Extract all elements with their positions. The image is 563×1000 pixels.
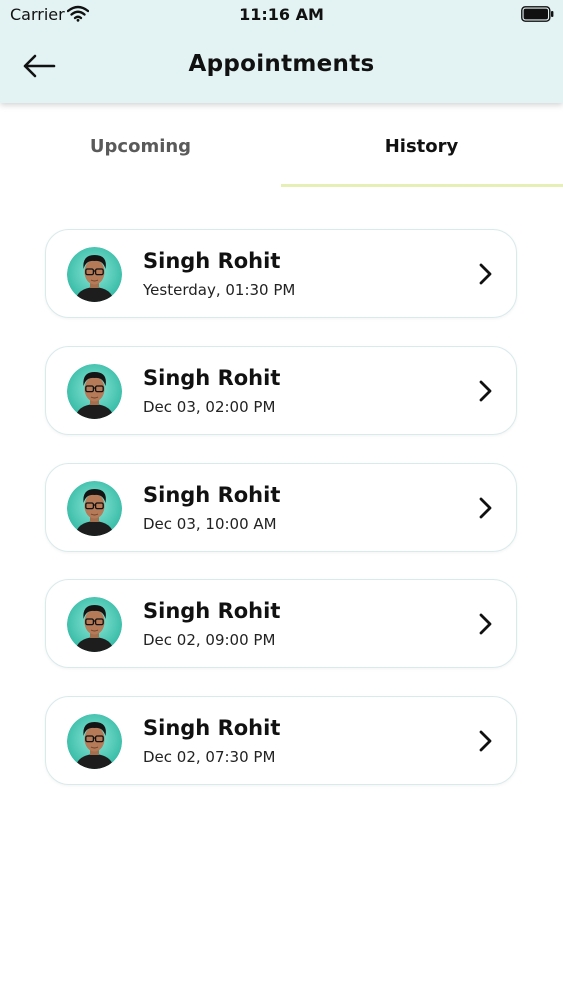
appointment-datetime: Dec 03, 10:00 AM bbox=[143, 514, 277, 533]
status-time: 11:16 AM bbox=[239, 5, 324, 24]
appointment-datetime: Dec 02, 09:00 PM bbox=[143, 631, 276, 650]
appointment-datetime: Dec 03, 02:00 PM bbox=[143, 397, 276, 416]
appointment-card[interactable]: Singh Rohit Yesterday, 01:30 PM bbox=[45, 229, 517, 318]
chevron-right-icon bbox=[479, 497, 492, 518]
appointment-card[interactable]: Singh Rohit Dec 03, 02:00 PM bbox=[45, 345, 517, 435]
chevron-right-icon bbox=[479, 730, 492, 752]
avatar bbox=[67, 363, 122, 419]
avatar bbox=[67, 247, 122, 302]
appointment-card[interactable]: Singh Rohit Dec 03, 10:00 AM bbox=[45, 462, 517, 552]
appointment-name: Singh Rohit bbox=[143, 365, 281, 390]
avatar bbox=[67, 480, 122, 536]
appointment-name: Singh Rohit bbox=[143, 482, 281, 507]
tab-history[interactable]: History bbox=[281, 104, 562, 188]
tab-upcoming[interactable]: Upcoming bbox=[0, 104, 281, 188]
avatar bbox=[67, 714, 122, 770]
avatar bbox=[67, 597, 122, 653]
app-header: Carrier 11:16 AM Appointments bbox=[0, 0, 563, 103]
battery-icon bbox=[521, 6, 554, 22]
appointment-tabs: Upcoming History bbox=[0, 104, 563, 188]
active-tab-indicator bbox=[281, 184, 563, 187]
appointment-name: Singh Rohit bbox=[143, 599, 281, 624]
chevron-right-icon bbox=[479, 263, 492, 285]
appointment-card[interactable]: Singh Rohit Dec 02, 09:00 PM bbox=[45, 579, 517, 669]
appointment-datetime: Dec 02, 07:30 PM bbox=[143, 748, 276, 767]
appointment-name: Singh Rohit bbox=[143, 716, 281, 741]
status-bar: Carrier 11:16 AM bbox=[0, 0, 563, 30]
page-title: Appointments bbox=[188, 51, 375, 77]
appointment-datetime: Yesterday, 01:30 PM bbox=[143, 281, 296, 299]
chevron-right-icon bbox=[479, 380, 492, 402]
appointment-card[interactable]: Singh Rohit Dec 02, 07:30 PM bbox=[45, 696, 517, 786]
chevron-right-icon bbox=[479, 613, 492, 635]
appointment-name: Singh Rohit bbox=[143, 249, 281, 273]
